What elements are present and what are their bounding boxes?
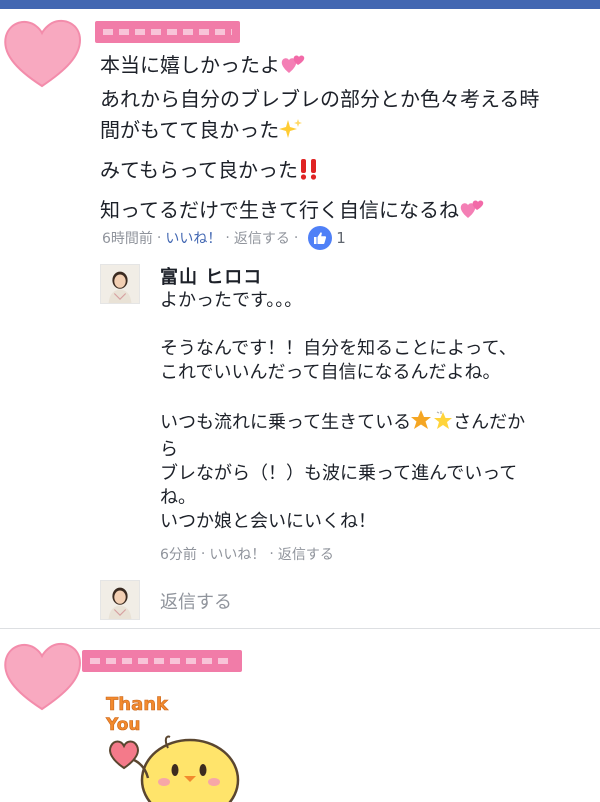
comment-line-3-text: 間がもてて良かった [100, 118, 280, 142]
reply-blank-line [160, 385, 590, 409]
comment-line-1: 本当に嬉しかったよ [100, 50, 580, 84]
reply-author-name[interactable]: 富山 ヒロコ [160, 263, 262, 289]
comment-line-5-text: 知ってるだけで生きて行く自信になるね [100, 198, 459, 222]
commenter-name-redacted [82, 650, 242, 672]
sparkles-emoji-icon [279, 118, 303, 149]
reply-line-9: ね。 [160, 487, 196, 508]
comment-line-5: 知ってるだけで生きて行く自信になるね [100, 195, 580, 229]
reply-blank-line [160, 313, 590, 337]
reply-body: よかったです。。。 そうなんです！！自分を知ることによって、 これでいいんだって… [160, 289, 590, 534]
reply-author-avatar[interactable] [100, 264, 140, 304]
comment-line-3: 間がもてて良かった [100, 115, 580, 149]
reply-line-4: これでいいんだって自信になるんだよね。 [160, 362, 501, 383]
comment-line-1-text: 本当に嬉しかったよ [100, 53, 280, 77]
commenter-name-redacted [95, 21, 240, 43]
comment-line-4-text: みてもらって良かった [100, 158, 298, 182]
stars-emoji-icon [411, 409, 453, 438]
thumbs-up-icon [308, 226, 333, 250]
reply-line-1: よかったです。。。 [160, 290, 303, 311]
like-count-value: 1 [336, 229, 346, 247]
meta-separator: · [200, 546, 206, 562]
reply-line-7: ら [160, 439, 178, 460]
reply-line-3: そうなんです！！自分を知ることによって、 [160, 338, 517, 359]
comment-meta: 6時間前 · いいね！ · 返信する · 1 [102, 226, 346, 250]
meta-separator: · [156, 230, 162, 246]
reply-like-link[interactable]: いいね！ [209, 544, 265, 564]
top-bar [0, 0, 600, 9]
pink-hearts-emoji-icon [459, 198, 485, 229]
reply-line-6: いつも流れに乗って生きている さんだか [160, 409, 590, 438]
comment-divider [0, 628, 600, 629]
comment-line-2: あれから自分のブレブレの部分とか色々考える時 [100, 87, 540, 111]
like-count[interactable]: 1 [308, 226, 346, 250]
reply-line-8: ブレながら（！）も波に乗って進んでいって [160, 463, 518, 484]
reply-line-6-text: いつも流れに乗って生きている [160, 412, 412, 433]
comment-line-4: みてもらって良かった [100, 155, 580, 189]
sticker-text-you: You [105, 715, 141, 735]
reply-reply-link[interactable]: 返信する [278, 544, 334, 564]
double-exclamation-emoji-icon [298, 158, 320, 189]
reply-meta: 6分前 · いいね！ · 返信する [160, 544, 334, 564]
thank-you-sticker-icon[interactable]: Thank You [100, 690, 240, 802]
comment-body: 本当に嬉しかったよ あれから自分のブレブレの部分とか色々考える時 間がもてて良か… [100, 50, 580, 229]
reply-line-6-suffix: さんだか [453, 412, 526, 433]
meta-separator: · [293, 230, 299, 246]
reply-line-10: いつか娘と会いにいくね！ [160, 511, 376, 532]
meta-separator: · [269, 546, 274, 562]
reply-timestamp[interactable]: 6分前 [160, 544, 197, 564]
sticker-text-thank: Thank [106, 694, 169, 715]
comment-reply-link[interactable]: 返信する [234, 228, 290, 248]
comment-like-link[interactable]: いいね！ [165, 228, 221, 248]
current-user-avatar [100, 580, 140, 620]
meta-separator: · [225, 230, 230, 246]
commenter-avatar-heart-icon[interactable] [0, 635, 84, 719]
comment-timestamp[interactable]: 6時間前 [102, 228, 153, 248]
commenter-avatar-heart-icon[interactable] [0, 12, 84, 96]
reply-input[interactable]: 返信する [160, 588, 232, 614]
pink-hearts-emoji-icon [280, 53, 306, 84]
